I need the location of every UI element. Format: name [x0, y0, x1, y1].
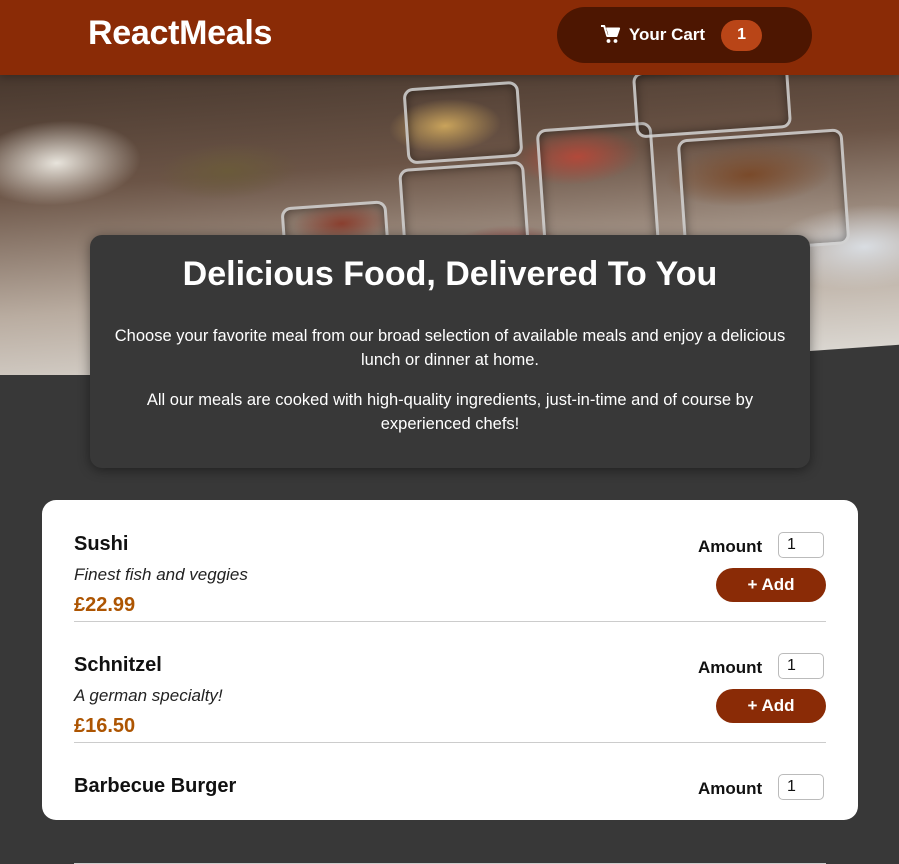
cart-count-badge: 1 — [721, 19, 763, 51]
meal-description: Finest fish and veggies — [74, 565, 248, 584]
amount-label: Amount — [698, 779, 763, 798]
cart-button[interactable]: Your Cart 1 — [557, 7, 812, 63]
add-to-cart-button[interactable]: + Add — [716, 689, 826, 723]
amount-label: Amount — [698, 658, 763, 677]
amount-label: Amount — [698, 537, 763, 556]
summary-title: Delicious Food, Delivered To You — [182, 255, 718, 293]
meal-name: Barbecue Burger — [74, 775, 237, 797]
meal-item: Schnitzel A german specialty! £16.50 Amo… — [74, 621, 826, 743]
summary-paragraph: All our meals are cooked with high-quali… — [146, 391, 754, 433]
app-logo: ReactMeals — [88, 14, 273, 52]
cart-button-label: Your Cart — [628, 25, 706, 44]
add-to-cart-button[interactable]: + Add — [716, 568, 826, 602]
meal-name: Schnitzel — [74, 654, 162, 676]
amount-input[interactable] — [778, 532, 824, 558]
amount-input[interactable] — [778, 653, 824, 679]
meal-item: Barbecue Burger Amount — [74, 742, 826, 864]
meal-item: Sushi Finest fish and veggies £22.99 Amo… — [74, 500, 826, 622]
meal-price: £22.99 — [74, 594, 136, 616]
app-header: ReactMeals Your Cart 1 — [0, 0, 899, 75]
amount-input[interactable] — [778, 774, 824, 800]
meals-summary-card: Delicious Food, Delivered To You Choose … — [90, 235, 810, 468]
shopping-cart-icon — [600, 25, 620, 43]
summary-paragraph: Choose your favorite meal from our broad… — [114, 327, 786, 369]
meals-list-card: Sushi Finest fish and veggies £22.99 Amo… — [42, 500, 858, 864]
meal-price: £16.50 — [74, 715, 136, 737]
meal-description: A german specialty! — [74, 686, 223, 705]
meal-name: Sushi — [74, 533, 129, 555]
